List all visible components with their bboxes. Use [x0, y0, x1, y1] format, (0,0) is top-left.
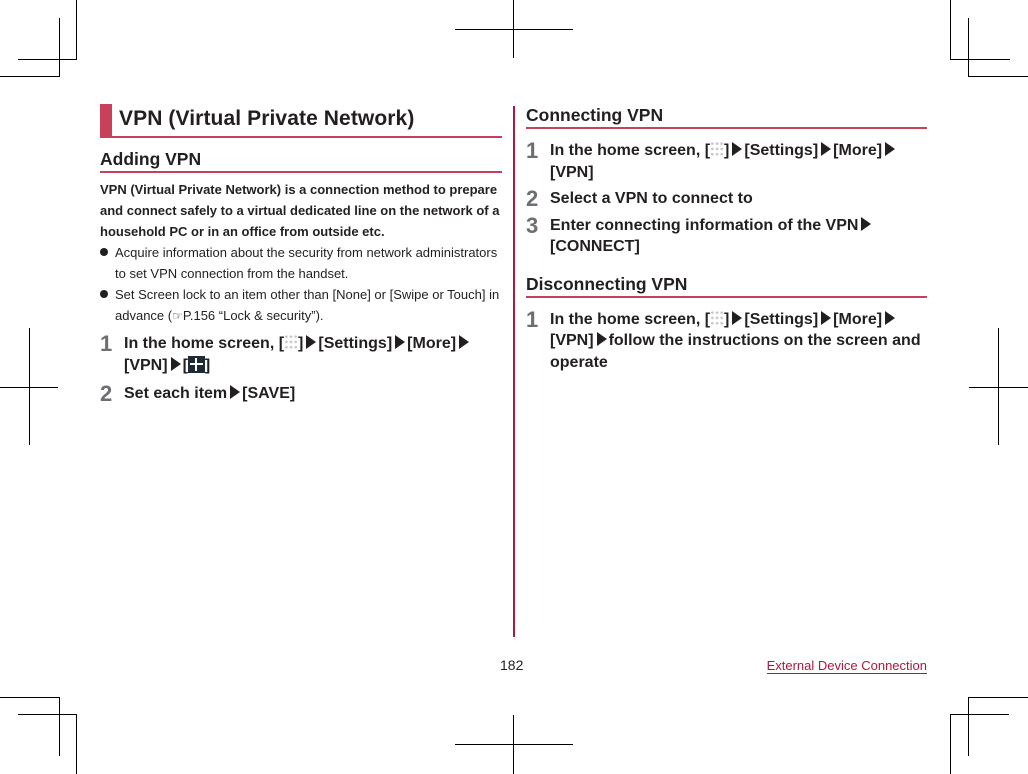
arrow-right-icon [732, 142, 743, 156]
crop-mark [950, 0, 951, 59]
step-number: 2 [526, 186, 539, 211]
crop-mark [968, 76, 1028, 77]
page-number: 182 [500, 657, 524, 673]
crop-mark [968, 697, 969, 756]
crop-mark [0, 76, 60, 77]
crop-mark [455, 29, 573, 30]
step-text: [VPN] [550, 332, 594, 349]
step-number: 3 [526, 212, 539, 238]
crop-mark [0, 697, 60, 698]
chapter-link[interactable]: External Device Connection [766, 659, 927, 674]
step-text: In the home screen, [ [124, 335, 285, 352]
apps-grid-icon [710, 141, 725, 157]
step-text: ] [298, 335, 304, 352]
step-number: 1 [100, 331, 113, 356]
arrow-right-icon [230, 385, 241, 399]
title-accent-bar [100, 104, 112, 136]
left-column: VPN (Virtual Private Network) Adding VPN… [100, 104, 502, 406]
bullet-text: Acquire information about the security f… [115, 245, 498, 281]
arrow-right-icon [732, 310, 743, 325]
step-text: ] [724, 142, 730, 159]
arrow-right-icon [395, 335, 406, 349]
step-text: [More] [407, 335, 457, 352]
step-item: 2 Set each item [SAVE] [100, 381, 502, 406]
crop-mark [59, 18, 60, 77]
step-text: [Settings] [744, 142, 819, 159]
crop-mark [950, 714, 1009, 715]
step-text: ] [724, 310, 730, 328]
step-text: [SAVE] [242, 385, 296, 402]
bullet-item: Acquire information about the security f… [100, 242, 502, 284]
intro-paragraph: VPN (Virtual Private Network) is a conne… [100, 182, 500, 239]
step-text: [More] [833, 142, 883, 159]
bullet-item: Set Screen lock to an item other than [N… [100, 284, 502, 327]
step-number: 1 [526, 138, 539, 163]
arrow-right-icon [821, 142, 832, 156]
step-item: 1 In the home screen, [] [Settings] [More]… [526, 306, 927, 374]
step-text: Select a VPN to connect to [550, 190, 753, 207]
crop-mark [0, 387, 58, 388]
section-heading-disconnecting-vpn: Disconnecting VPN [526, 269, 927, 298]
step-text: [VPN] [550, 163, 594, 181]
bullet-dot-icon [100, 248, 108, 256]
crop-mark [968, 18, 969, 77]
step-number: 1 [526, 306, 539, 332]
column-divider [513, 106, 515, 637]
arrow-right-icon [459, 335, 470, 349]
crop-mark [18, 59, 77, 60]
step-text: [CONNECT] [550, 238, 640, 255]
arrow-right-icon [596, 332, 607, 346]
crop-mark [950, 714, 951, 774]
crop-mark [969, 387, 1028, 388]
right-column: Connecting VPN 1 In the home screen, [] [… [526, 104, 927, 373]
step-text: [Settings] [318, 335, 393, 352]
step-text: ] [204, 356, 211, 374]
page-title-block: VPN (Virtual Private Network) [100, 104, 502, 138]
section-heading-connecting-vpn: Connecting VPN [526, 104, 927, 129]
crop-mark [950, 59, 1010, 60]
step-item: 3 Enter connecting information of the VP… [526, 212, 927, 258]
arrow-right-icon [861, 216, 872, 231]
apps-grid-icon [710, 309, 725, 326]
arrow-right-icon [306, 335, 317, 349]
crop-mark [455, 744, 573, 745]
step-number: 2 [100, 381, 113, 406]
section-heading-adding-vpn: Adding VPN [100, 144, 502, 173]
arrow-right-icon [821, 310, 832, 325]
step-item: 1 In the home screen, [] [Settings] [More]… [526, 138, 927, 183]
step-text: In the home screen, [ [550, 310, 711, 328]
arrow-right-icon [885, 310, 896, 325]
arrow-right-icon [885, 142, 896, 156]
step-text: Set each item [124, 385, 228, 402]
step-text: In the home screen, [ [550, 142, 711, 159]
crop-mark [18, 714, 77, 715]
bullet-dot-icon [100, 290, 108, 298]
step-item: 1 In the home screen, [] [Settings] [More]… [100, 331, 502, 376]
arrow-right-icon [170, 356, 181, 371]
crop-mark [968, 697, 1028, 698]
page-reference-link[interactable]: P.156 “Lock & security”). [183, 308, 324, 323]
apps-grid-icon [284, 334, 299, 350]
crop-mark [76, 0, 77, 59]
step-text: [VPN] [124, 356, 168, 374]
crop-mark [59, 697, 60, 756]
crop-mark [76, 714, 77, 774]
step-text: [More] [833, 310, 883, 328]
step-text: [Settings] [744, 310, 819, 328]
page-title: VPN (Virtual Private Network) [119, 107, 415, 130]
step-item: 2 Select a VPN to connect to [526, 186, 927, 211]
add-plus-icon [187, 355, 205, 373]
step-text: Enter connecting information of the VPN [550, 216, 859, 234]
page-reference-icon: ☞ [172, 309, 183, 323]
